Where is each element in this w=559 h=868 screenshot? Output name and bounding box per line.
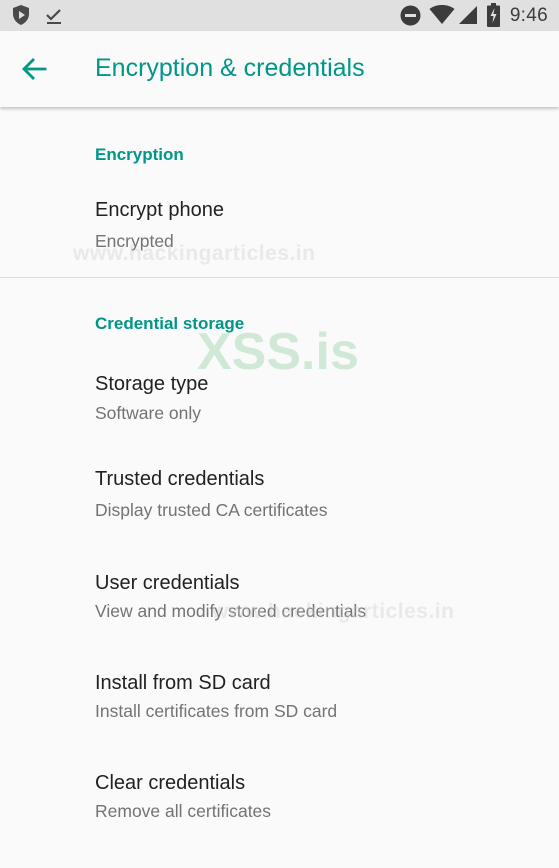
battery-charging-icon xyxy=(487,3,500,32)
settings-list: Encryption Encrypt phone Encrypted Crede… xyxy=(0,107,559,868)
do-not-disturb-icon xyxy=(400,5,421,31)
settings-screen: 9:46 Encryption & credentials Encryption… xyxy=(0,0,559,868)
pref-title: Install from SD card xyxy=(95,672,271,694)
pref-encrypt-phone[interactable]: Encrypt phone Encrypted xyxy=(0,199,559,265)
section-header-encryption: Encryption xyxy=(95,145,184,164)
pref-storage-type[interactable]: Storage type Software only xyxy=(0,373,559,429)
checkmark-icon xyxy=(44,6,64,31)
pref-summary: Software only xyxy=(95,403,202,423)
status-bar: 9:46 xyxy=(0,0,559,31)
pref-summary: View and modify stored credentials xyxy=(95,601,367,621)
section-divider xyxy=(0,277,559,278)
arrow-back-icon xyxy=(14,49,54,89)
cellular-signal-icon xyxy=(458,5,478,30)
back-button[interactable] xyxy=(14,49,54,89)
pref-summary: Encrypted xyxy=(95,231,174,251)
pref-user-credentials[interactable]: User credentials View and modify stored … xyxy=(0,572,559,628)
page-title: Encryption & credentials xyxy=(95,54,365,82)
pref-install-from-sd-card[interactable]: Install from SD card Install certificate… xyxy=(0,672,559,728)
app-bar: Encryption & credentials xyxy=(0,31,559,107)
pref-summary: Display trusted CA certificates xyxy=(95,500,328,520)
section-header-credential-storage: Credential storage xyxy=(95,314,245,333)
shield-play-icon xyxy=(10,4,32,31)
pref-title: User credentials xyxy=(95,572,240,594)
pref-title: Trusted credentials xyxy=(95,468,265,490)
wifi-icon xyxy=(429,5,455,30)
pref-trusted-credentials[interactable]: Trusted credentials Display trusted CA c… xyxy=(0,468,559,528)
pref-title: Encrypt phone xyxy=(95,199,224,221)
pref-clear-credentials[interactable]: Clear credentials Remove all certificate… xyxy=(0,772,559,828)
status-time: 9:46 xyxy=(509,5,548,26)
pref-summary: Install certificates from SD card xyxy=(95,701,338,721)
pref-title: Storage type xyxy=(95,373,209,395)
pref-title: Clear credentials xyxy=(95,772,246,794)
pref-summary: Remove all certificates xyxy=(95,801,272,821)
